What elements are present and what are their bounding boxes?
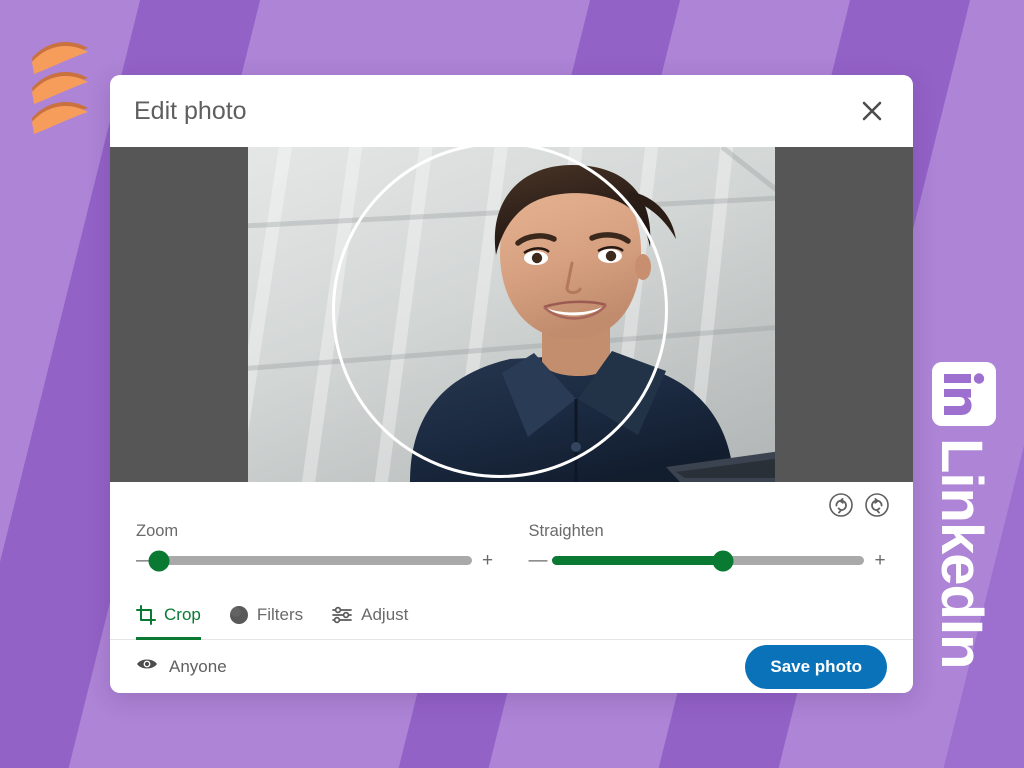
- page-title: Edit photo: [134, 96, 247, 125]
- photo-preview-area[interactable]: [110, 147, 913, 482]
- tab-filters[interactable]: Filters: [229, 592, 303, 639]
- editor-tabs: Crop Filters Adjust: [110, 592, 913, 640]
- brand-wordmark: LinkedIn: [929, 438, 994, 669]
- visibility-label: Anyone: [169, 656, 227, 676]
- tab-filters-label: Filters: [256, 604, 304, 624]
- straighten-slider-label: Straighten: [528, 522, 604, 540]
- page-background: LinkedIn Edit photo Zoom — + Straighten …: [0, 0, 1024, 768]
- tab-adjust[interactable]: Adjust: [331, 592, 408, 639]
- straighten-decrease-button[interactable]: —: [529, 551, 548, 570]
- close-icon[interactable]: [855, 94, 889, 128]
- straighten-slider-thumb[interactable]: [712, 550, 734, 571]
- slider-row: Zoom — + Straighten — +: [136, 522, 888, 571]
- zoom-slider-label: Zoom: [136, 522, 179, 540]
- edit-photo-dialog: Edit photo Zoom — + Straighten — + Crop …: [110, 75, 913, 693]
- zoom-increase-button[interactable]: +: [481, 551, 495, 570]
- crop-icon: [136, 604, 156, 625]
- tab-adjust-label: Adjust: [361, 604, 409, 624]
- rotate-clockwise-icon[interactable]: [827, 491, 855, 519]
- rotate-controls: [827, 491, 891, 519]
- crop-mask-right: [775, 147, 913, 482]
- straighten-slider-fill: [551, 556, 724, 565]
- eye-icon: [136, 656, 158, 677]
- orange-leaf-mark-icon: [32, 42, 88, 134]
- save-photo-button[interactable]: Save photo: [745, 644, 887, 689]
- straighten-increase-button[interactable]: +: [873, 551, 887, 570]
- filters-circle-icon: [229, 605, 249, 625]
- linkedin-brand: LinkedIn: [928, 362, 1006, 668]
- dialog-header: Edit photo: [110, 75, 913, 147]
- straighten-slider-track[interactable]: [551, 550, 864, 571]
- crop-mask-left: [110, 147, 248, 482]
- dialog-footer: Anyone Save photo: [110, 640, 913, 693]
- linkedin-in-logo-icon: [932, 362, 996, 426]
- zoom-slider-track[interactable]: [148, 550, 472, 571]
- adjust-sliders-icon: [331, 605, 353, 625]
- zoom-slider-thumb[interactable]: [148, 550, 170, 571]
- zoom-slider-group: Zoom — +: [136, 522, 495, 571]
- photo-controls: Zoom — + Straighten — +: [110, 482, 913, 592]
- rotate-counterclockwise-icon[interactable]: [863, 491, 891, 519]
- tab-crop-label: Crop: [164, 604, 201, 624]
- tab-crop[interactable]: Crop: [136, 592, 201, 640]
- straighten-slider-group: Straighten — +: [528, 522, 888, 571]
- visibility-selector[interactable]: Anyone: [136, 656, 227, 677]
